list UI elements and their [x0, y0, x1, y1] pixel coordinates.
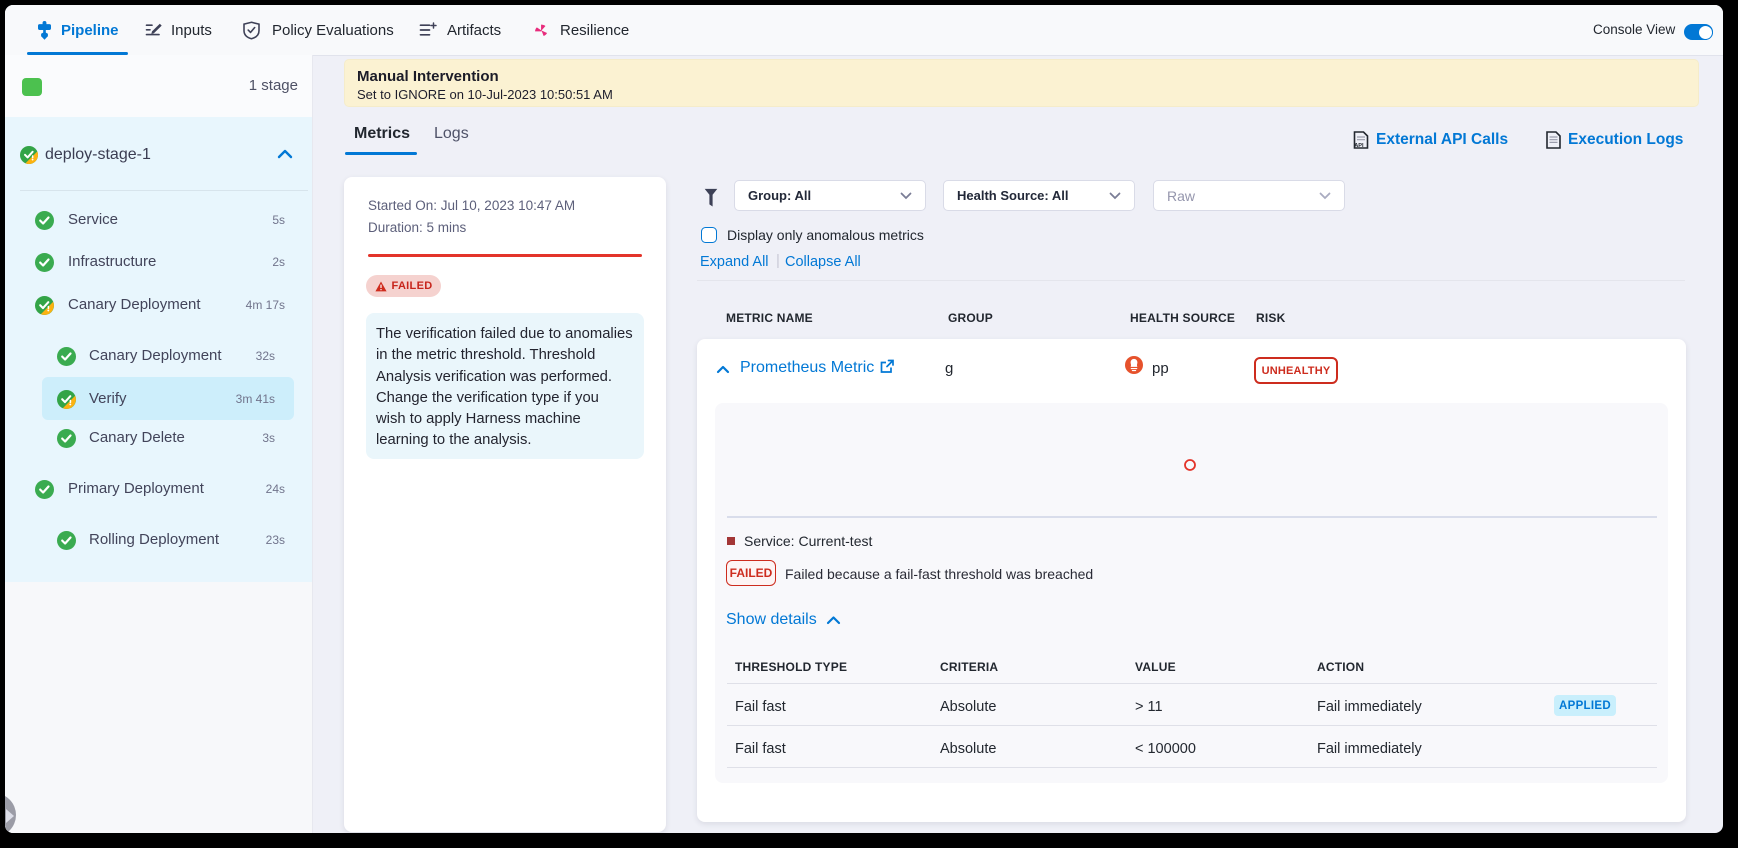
- svg-text:API: API: [1354, 143, 1364, 149]
